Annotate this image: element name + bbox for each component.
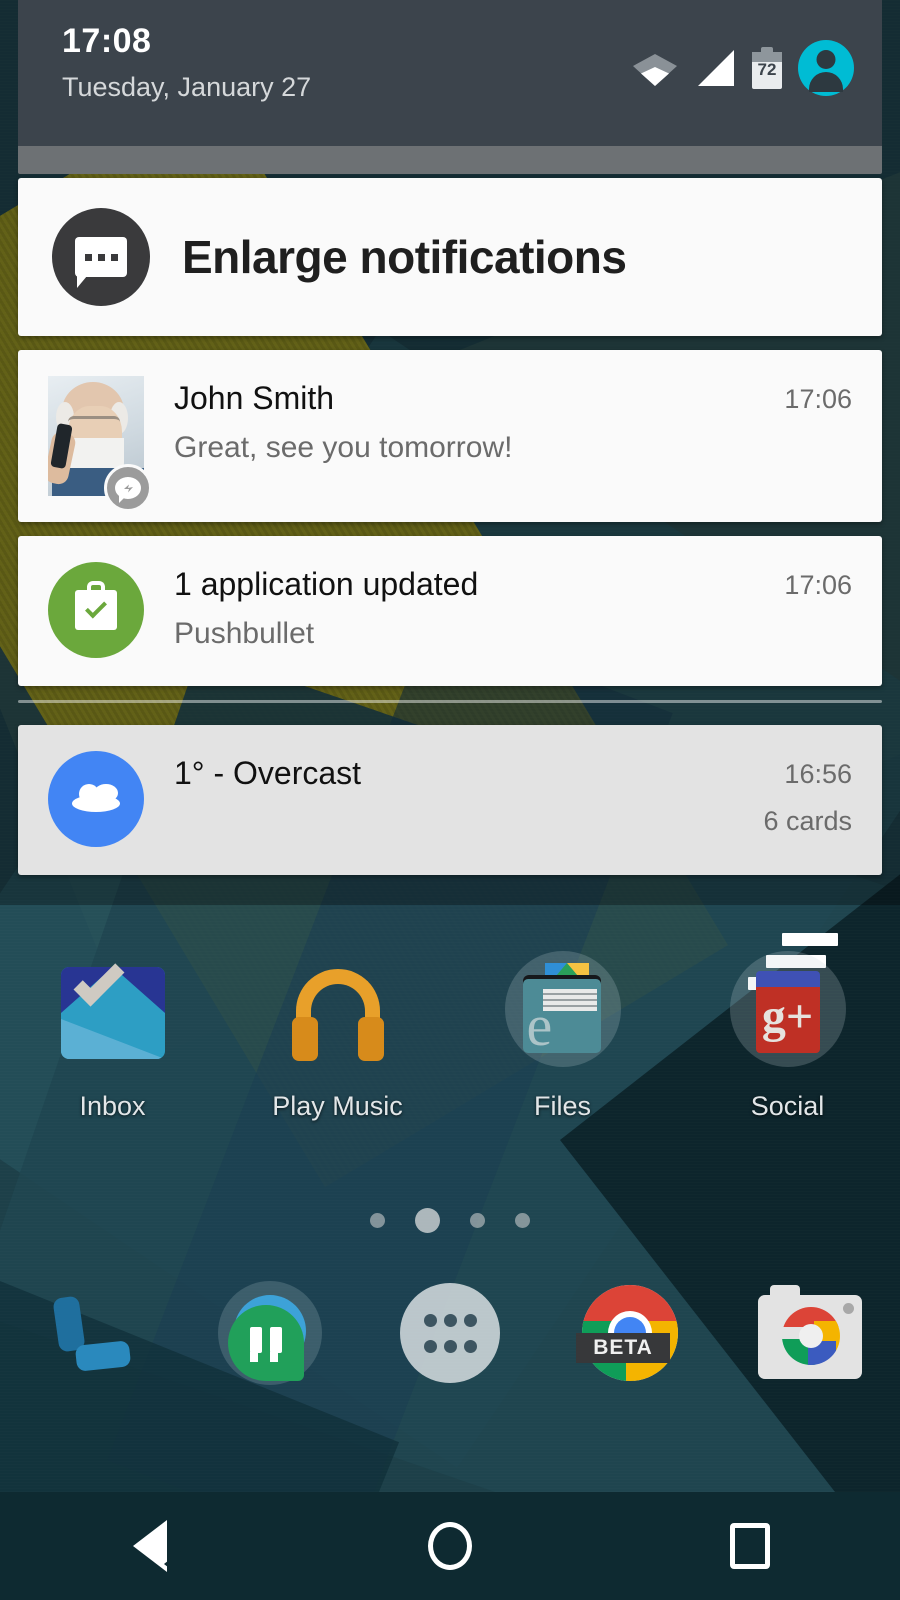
chrome-beta-badge: BETA <box>576 1333 670 1363</box>
app-label: Files <box>533 1091 591 1121</box>
home-icon <box>428 1522 472 1570</box>
notification-time: 16:56 <box>784 759 852 789</box>
recents-icon <box>730 1523 770 1569</box>
dock-item-camera[interactable] <box>720 1275 900 1399</box>
peeking-notification-card[interactable] <box>18 146 882 174</box>
dock-item-phone[interactable] <box>0 1275 180 1399</box>
cloud-icon <box>48 751 144 847</box>
battery-icon: 72 <box>752 47 782 89</box>
nav-back-button[interactable] <box>0 1492 300 1600</box>
contact-photo <box>48 376 152 512</box>
page-dot[interactable] <box>370 1213 385 1228</box>
notification-title: 1° - Overcast <box>174 755 362 791</box>
app-label: Play Music <box>272 1091 403 1121</box>
chrome-icon: BETA <box>568 1275 692 1399</box>
phone-icon <box>28 1275 152 1399</box>
notification-card-weather[interactable]: 1° - Overcast 16:56 6 cards <box>18 725 882 875</box>
app-label: Inbox <box>79 1091 146 1121</box>
status-icons: 72 <box>632 40 854 96</box>
hangouts-icon <box>208 1275 332 1399</box>
pushbullet-icon <box>48 562 144 658</box>
wifi-icon <box>632 48 678 88</box>
battery-percent-label: 72 <box>757 60 777 79</box>
google-plus-folder-icon: g+ <box>722 945 854 1077</box>
messenger-badge-icon <box>104 464 152 512</box>
files-folder-icon: e <box>497 945 629 1077</box>
notification-list: Enlarge notifications John Smith Great, … <box>18 178 882 889</box>
dock: BETA <box>0 1275 900 1399</box>
notification-time: 17:06 <box>784 384 852 414</box>
notification-title: 1 application updated <box>174 566 479 602</box>
notification-subtitle: Great, see you tomorrow! <box>174 430 513 464</box>
notification-card-john-smith[interactable]: John Smith Great, see you tomorrow! 17:0… <box>18 350 882 522</box>
app-icon-files[interactable]: e Files <box>450 945 675 1122</box>
chat-bubble-icon <box>52 208 150 306</box>
notification-shade-header: 17:08 Tuesday, January 27 72 <box>18 0 882 146</box>
notification-subtitle: Pushbullet <box>174 616 315 650</box>
enlarge-notifications-title: Enlarge notifications <box>182 231 627 283</box>
dock-item-chrome[interactable]: BETA <box>540 1275 720 1399</box>
app-icon-inbox[interactable]: Inbox <box>0 945 225 1122</box>
camera-icon <box>748 1275 872 1399</box>
notification-count: 6 cards <box>763 806 852 837</box>
app-icon-social[interactable]: g+ Social <box>675 945 900 1122</box>
notification-card-pushbullet[interactable]: 1 application updated Pushbullet 17:06 <box>18 536 882 686</box>
page-dot[interactable] <box>470 1213 485 1228</box>
headphones-icon <box>272 945 404 1077</box>
navigation-bar <box>0 1492 900 1600</box>
enlarge-notifications-card[interactable]: Enlarge notifications <box>18 178 882 336</box>
app-icon-play-music[interactable]: Play Music <box>225 945 450 1122</box>
app-drawer-icon <box>388 1275 512 1399</box>
notification-section-divider <box>18 700 882 703</box>
page-dot-active[interactable] <box>415 1208 440 1233</box>
page-indicator <box>0 1208 900 1233</box>
nav-home-button[interactable] <box>300 1492 600 1600</box>
nav-recents-button[interactable] <box>600 1492 900 1600</box>
dock-item-hangouts[interactable] <box>180 1275 360 1399</box>
inbox-icon <box>47 945 179 1077</box>
dock-item-app-drawer[interactable] <box>360 1275 540 1399</box>
notification-time: 17:06 <box>784 570 852 600</box>
app-label: Social <box>750 1091 825 1121</box>
user-avatar-icon[interactable] <box>798 40 854 96</box>
back-icon <box>133 1520 187 1582</box>
app-row: Inbox Play Music e Files g+ Social <box>0 945 900 1122</box>
notification-title: John Smith <box>174 380 335 416</box>
page-dot[interactable] <box>515 1213 530 1228</box>
cellular-signal-icon <box>694 48 736 88</box>
